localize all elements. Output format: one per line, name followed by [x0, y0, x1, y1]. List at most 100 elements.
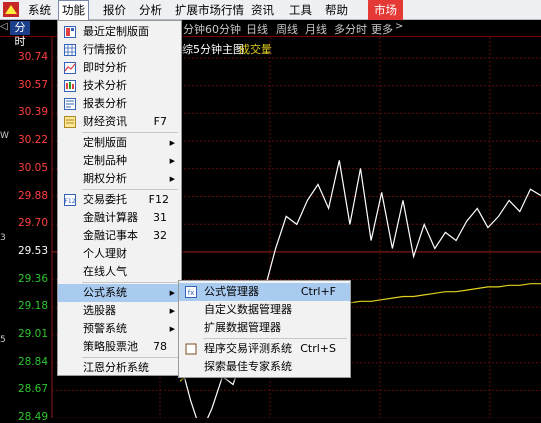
tab-multi-intraday[interactable]: 多分时 — [334, 21, 367, 37]
menu-item-label: 定制品种 — [83, 154, 127, 167]
function-menu-item[interactable]: 在线人气 — [58, 263, 181, 281]
y-tick-label: 29.88 — [17, 189, 48, 202]
y-tick-label: 28.84 — [17, 355, 48, 368]
menu-bar: 系统 功能 报价 分析 扩展市场行情 资讯 工具 帮助 市场 — [0, 0, 541, 21]
menu-quote[interactable]: 报价 — [103, 0, 126, 20]
tab-monthly[interactable]: 月线 — [305, 21, 327, 37]
y-tick-label: 30.05 — [17, 161, 48, 174]
function-menu-item[interactable]: 选股器 ▶ — [58, 302, 181, 320]
menu-item-shortcut: Ctrl+F — [300, 285, 336, 298]
menu-tools[interactable]: 工具 — [289, 0, 312, 20]
function-menu-item[interactable]: 报表分析 — [58, 95, 181, 113]
candlestick-icon — [64, 80, 76, 92]
function-menu-item[interactable]: 期权分析 ▶ — [58, 170, 181, 188]
menu-item-label: 财经资讯 — [83, 115, 127, 128]
y-tick-label: 29.18 — [17, 300, 48, 313]
formula-submenu-item[interactable]: fx 公式管理器 Ctrl+F — [179, 283, 350, 301]
function-menu: 最近定制版面 行情报价 即时分析 技术分析 报表分析 财经资讯 F7 定制版面 ▶ 定制品种 ▶ 期权… — [57, 20, 182, 376]
y-tick-label: 28.49 — [17, 411, 48, 423]
formula-submenu-item[interactable]: 扩展数据管理器 — [179, 319, 350, 337]
formula-submenu: fx 公式管理器 Ctrl+F 自定义数据管理器 扩展数据管理器 程序交易评测系统 Ctrl… — [178, 280, 351, 378]
function-menu-item[interactable]: 最近定制版面 — [58, 23, 181, 41]
menu-item-shortcut: Ctrl+S — [300, 342, 336, 355]
menu-help[interactable]: 帮助 — [325, 0, 348, 20]
menu-item-shortcut: F12 — [148, 193, 169, 206]
y-tick-label: 28.67 — [17, 383, 48, 396]
grid-icon — [64, 44, 76, 56]
submenu-arrow-icon: ▶ — [169, 307, 175, 315]
toolbar-left-arrow-icon[interactable]: ◁ — [0, 21, 8, 32]
function-menu-item[interactable]: 金融计算器 31 — [58, 209, 181, 227]
function-menu-item[interactable]: 行情报价 — [58, 41, 181, 59]
formula-icon: fx — [185, 286, 197, 298]
tab-intraday[interactable]: 分时 — [10, 21, 30, 48]
menu-separator — [82, 189, 178, 190]
y-tick-label: 29.36 — [17, 272, 48, 285]
tab-60min[interactable]: 60分钟 — [205, 21, 241, 37]
formula-submenu-item[interactable]: 探索最佳专家系统 — [179, 358, 350, 376]
f12-icon: F12 — [64, 194, 76, 206]
menu-system[interactable]: 系统 — [28, 0, 51, 20]
menu-item-label: 程序交易评测系统 — [204, 342, 292, 355]
menu-item-label: 报表分析 — [83, 97, 127, 110]
menu-item-label: 扩展数据管理器 — [204, 321, 281, 334]
function-menu-item[interactable]: 公式系统 ▶ — [58, 284, 181, 302]
function-menu-item[interactable]: 江恩分析系统 — [58, 359, 181, 377]
submenu-arrow-icon: ▶ — [169, 157, 175, 165]
menu-item-label: 自定义数据管理器 — [204, 303, 292, 316]
y-tick-label: 30.74 — [17, 51, 48, 63]
y-tick-label: 30.39 — [17, 106, 48, 119]
menu-item-label: 即时分析 — [83, 61, 127, 74]
menu-item-label: 预警系统 — [83, 322, 127, 335]
menu-function[interactable]: 功能 — [58, 0, 89, 21]
tab-weekly[interactable]: 周线 — [276, 21, 298, 37]
menu-item-label: 选股器 — [83, 304, 116, 317]
function-menu-item[interactable]: 预警系统 ▶ — [58, 320, 181, 338]
function-menu-item[interactable]: 技术分析 — [58, 77, 181, 95]
function-menu-item[interactable]: 财经资讯 F7 — [58, 113, 181, 131]
submenu-arrow-icon: ▶ — [169, 325, 175, 333]
submenu-arrow-icon: ▶ — [169, 139, 175, 147]
news-icon — [64, 116, 76, 128]
report-icon — [64, 98, 76, 110]
y-tick-label: 30.57 — [17, 78, 48, 91]
menu-item-label: 江恩分析系统 — [83, 361, 149, 374]
menu-separator — [82, 282, 178, 283]
menu-news[interactable]: 资讯 — [251, 0, 274, 20]
function-menu-item[interactable]: 即时分析 — [58, 59, 181, 77]
menu-item-label: 公式系统 — [83, 286, 127, 299]
menu-item-label: 最近定制版面 — [83, 25, 149, 38]
menu-item-shortcut: F7 — [153, 115, 167, 128]
tab-daily[interactable]: 日线 — [246, 21, 268, 37]
y-tick-label: 29.70 — [17, 217, 48, 230]
tab-more[interactable]: 更多 — [371, 21, 393, 37]
function-menu-item[interactable]: 定制品种 ▶ — [58, 152, 181, 170]
tab-minute[interactable]: 分钟 — [183, 21, 205, 37]
app-logo-icon — [3, 2, 19, 17]
menu-extended-market[interactable]: 扩展市场行情 — [175, 0, 244, 20]
line-chart-icon — [64, 62, 76, 74]
function-menu-item[interactable]: 策略股票池 78 — [58, 338, 181, 356]
svg-text:F12: F12 — [64, 198, 75, 205]
formula-submenu-item[interactable]: 程序交易评测系统 Ctrl+S — [179, 340, 350, 358]
menu-separator — [203, 338, 347, 339]
formula-submenu-item[interactable]: 自定义数据管理器 — [179, 301, 350, 319]
checkbox-icon — [185, 343, 197, 355]
menu-separator — [82, 132, 178, 133]
menu-analysis[interactable]: 分析 — [139, 0, 162, 20]
menu-item-shortcut: 78 — [153, 340, 167, 353]
function-menu-item[interactable]: 个人理财 — [58, 245, 181, 263]
menu-item-shortcut: 32 — [153, 229, 167, 242]
function-menu-item[interactable]: 金融记事本 32 — [58, 227, 181, 245]
menu-item-label: 个人理财 — [83, 247, 127, 260]
market-button[interactable]: 市场 — [368, 0, 403, 20]
y-tick-label: 29.53 — [17, 244, 48, 257]
menu-item-label: 行情报价 — [83, 43, 127, 56]
y-tick-label: 29.01 — [17, 328, 48, 340]
submenu-arrow-icon: ▶ — [169, 175, 175, 183]
menu-item-shortcut: 31 — [153, 211, 167, 224]
y-tick-label: 30.22 — [17, 134, 48, 147]
function-menu-item[interactable]: F12 交易委托 F12 — [58, 191, 181, 209]
function-menu-item[interactable]: 定制版面 ▶ — [58, 134, 181, 152]
menu-item-label: 金融记事本 — [83, 229, 138, 242]
